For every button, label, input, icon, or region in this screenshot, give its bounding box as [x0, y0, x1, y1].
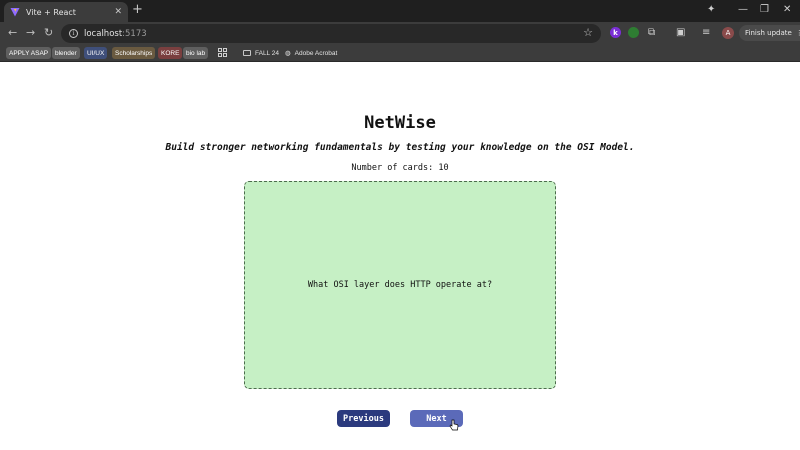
extensions-puzzle-icon[interactable]: ⧉ — [648, 26, 655, 39]
bookmark-scholarships[interactable]: Scholarships — [112, 47, 156, 59]
folder-icon — [243, 50, 251, 56]
more-menu-icon: ⋮ — [795, 29, 800, 37]
site-info-icon[interactable]: i — [69, 29, 78, 38]
browser-tab[interactable]: Vite + React ✕ — [4, 2, 128, 22]
card-count: Number of cards: 10 — [351, 163, 449, 173]
gemini-icon[interactable]: ✦ — [707, 4, 715, 16]
bookmark-ui-ux[interactable]: UI/UX — [84, 47, 108, 59]
bookmark-folder-fall24[interactable]: FALL 24 — [243, 47, 279, 59]
extension-green-icon[interactable] — [628, 27, 639, 38]
apps-grid-icon[interactable] — [218, 48, 227, 57]
app-page: NetWise Build stronger networking fundam… — [0, 62, 800, 450]
reload-icon[interactable]: ↻ — [44, 26, 53, 40]
tab-title: Vite + React — [26, 7, 76, 17]
new-tab-icon[interactable]: + — [132, 3, 143, 17]
cast-icon[interactable]: ▣ — [676, 26, 685, 39]
finish-update-button[interactable]: Finish update ⋮ — [739, 25, 800, 41]
bookmark-blender[interactable]: blender — [52, 47, 80, 59]
browser-toolbar: ← → ↻ i localhost:5173 ☆ k ⧉ ▣ ≡ A Finis… — [0, 22, 800, 44]
page-subtitle: Build stronger networking fundamentals b… — [165, 142, 635, 153]
bookmark-star-icon[interactable]: ☆ — [583, 26, 593, 39]
vite-icon — [10, 8, 20, 17]
minimize-icon[interactable]: — — [738, 4, 748, 16]
close-tab-icon[interactable]: ✕ — [114, 7, 122, 17]
reading-list-icon[interactable]: ≡ — [702, 26, 710, 39]
bookmark-adobe-acrobat[interactable]: ◍ Adobe Acrobat — [285, 47, 337, 59]
address-bar[interactable]: i localhost:5173 ☆ — [61, 24, 601, 43]
forward-icon[interactable]: → — [26, 26, 35, 40]
previous-button[interactable]: Previous — [337, 410, 390, 427]
bookmark-bio-lab[interactable]: bio lab — [183, 47, 209, 59]
bookmarks-bar: APPLY ASAP blender UI/UX Scholarships KO… — [0, 44, 800, 62]
profile-avatar[interactable]: A — [722, 27, 734, 39]
url-text: localhost:5173 — [84, 28, 147, 39]
bookmark-kore[interactable]: KORE — [158, 47, 183, 59]
close-window-icon[interactable]: ✕ — [783, 4, 791, 16]
bookmark-apply-asap[interactable]: APPLY ASAP — [6, 47, 52, 59]
restore-icon[interactable]: ❐ — [760, 4, 769, 16]
back-icon[interactable]: ← — [8, 26, 17, 40]
globe-icon: ◍ — [285, 50, 291, 57]
tab-strip: Vite + React ✕ + ✦ — ❐ ✕ — [0, 0, 800, 22]
page-title: NetWise — [364, 113, 436, 133]
extension-k-icon[interactable]: k — [610, 27, 621, 38]
hand-cursor-icon — [449, 419, 459, 431]
flashcard[interactable]: What OSI layer does HTTP operate at? — [244, 181, 556, 389]
finish-update-label: Finish update — [745, 29, 792, 37]
flashcard-question: What OSI layer does HTTP operate at? — [307, 280, 493, 290]
